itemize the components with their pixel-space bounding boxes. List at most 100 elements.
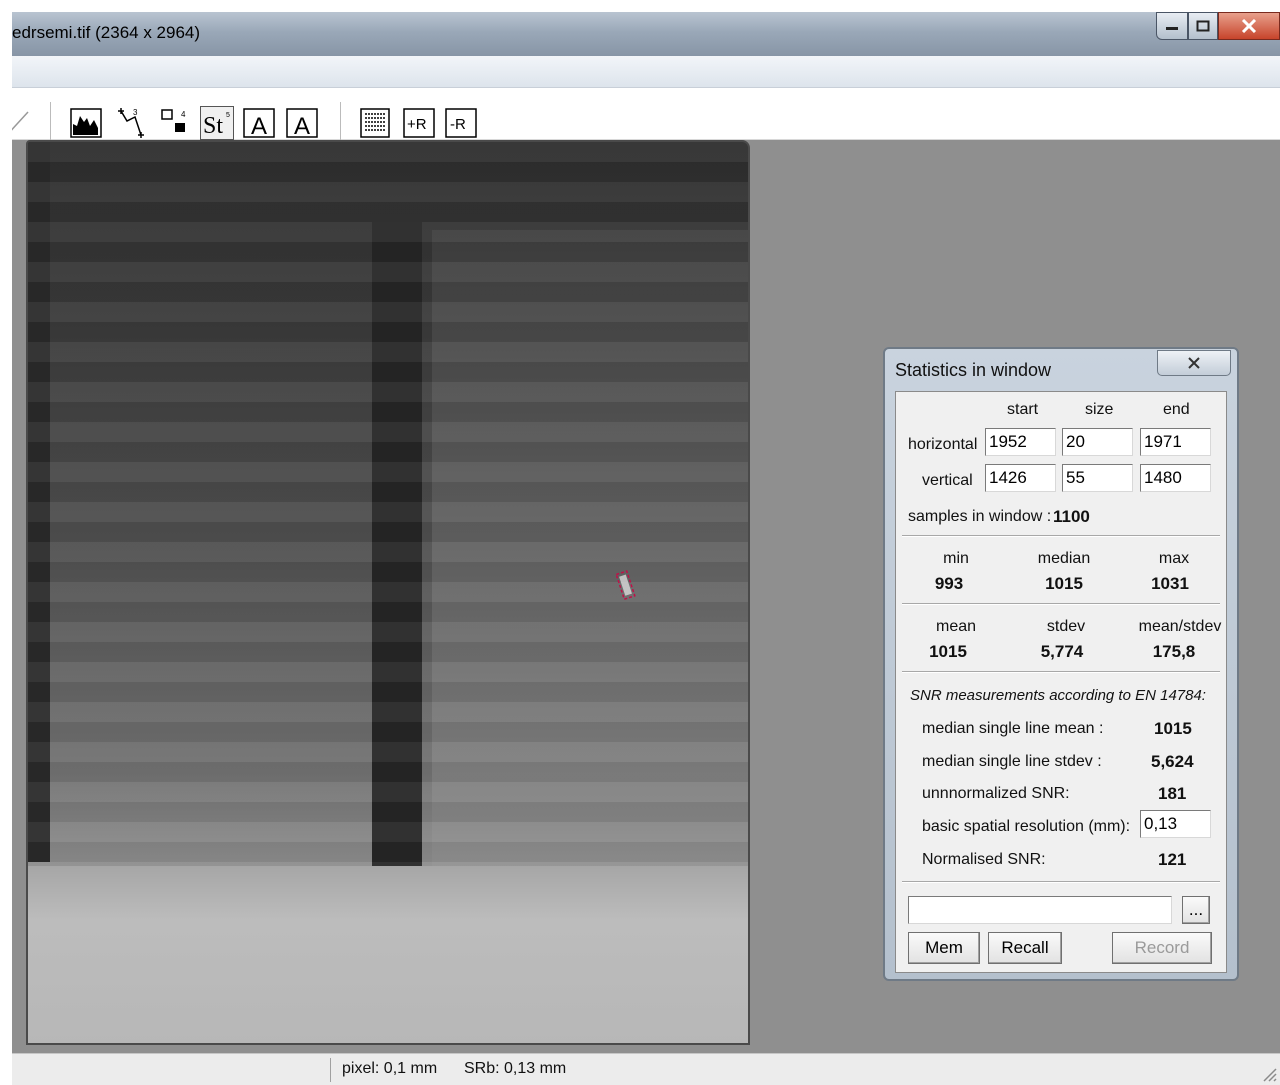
remove-roi-icon: -R [445, 108, 477, 138]
annotation-a2-button[interactable]: A [285, 106, 319, 140]
col-end-label: end [1163, 401, 1190, 418]
samples-label: samples in window : [908, 508, 1052, 525]
status-pane-divider [330, 1058, 331, 1082]
add-roi-icon: +R [403, 108, 435, 138]
window-title: edrsemi.tif (2364 x 2964) [12, 23, 201, 42]
remove-roi-label: -R [450, 116, 466, 133]
point-tool-icon: 3 [118, 108, 144, 138]
basic-resolution-label: basic spatial resolution (mm): [922, 818, 1131, 835]
roi-tool-icon: 4 [161, 109, 186, 132]
annotation-a-icon: A [243, 108, 275, 139]
horizontal-label: horizontal [908, 436, 978, 453]
browse-button[interactable]: ... [1182, 896, 1210, 924]
dialog-body: start size end horizontal vertical sampl… [895, 391, 1227, 973]
toolbar: 3 4 St 5 A A +R -R [12, 88, 1280, 142]
status-pixel-size: pixel: 0,1 mm [342, 1060, 438, 1077]
annotation-a-button[interactable]: A [242, 106, 276, 140]
dialog-title: Statistics in window [895, 360, 1052, 380]
add-roi-button[interactable]: +R [402, 106, 436, 140]
roi-marker[interactable] [616, 570, 636, 600]
vertical-end-input[interactable] [1140, 464, 1211, 492]
median-value: 1015 [1045, 574, 1083, 593]
close-button[interactable] [1218, 12, 1280, 40]
status-bar: pixel: 0,1 mm SRb: 0,13 mm [12, 1053, 1280, 1085]
maximize-button[interactable] [1188, 12, 1218, 40]
horizontal-end-input[interactable] [1140, 428, 1211, 456]
min-label: min [943, 550, 969, 567]
svg-text:3: 3 [133, 108, 138, 117]
maximize-icon [1196, 20, 1210, 32]
section-divider [902, 881, 1220, 883]
xray-image-canvas[interactable] [26, 140, 750, 1045]
toolbar-separator [50, 102, 51, 142]
histogram-button[interactable] [69, 106, 103, 140]
col-size-label: size [1085, 401, 1114, 418]
median-line-mean-value: 1015 [1154, 719, 1192, 738]
median-line-stdev-label: median single line stdev : [922, 753, 1102, 770]
line-tool-button[interactable] [12, 106, 34, 140]
resize-grip-icon[interactable] [1260, 1065, 1278, 1083]
window-controls [1156, 12, 1280, 42]
stdev-value: 5,774 [1040, 642, 1084, 661]
svg-text:4: 4 [181, 110, 186, 119]
annotation-a2-icon: A [286, 108, 318, 139]
median-line-mean-label: median single line mean : [922, 720, 1104, 737]
vertical-size-input[interactable] [1062, 464, 1133, 492]
section-divider [902, 603, 1220, 605]
minimize-button[interactable] [1156, 12, 1188, 40]
normalised-snr-value: 121 [1158, 850, 1187, 869]
image-banding [28, 142, 748, 867]
col-start-label: start [1007, 401, 1039, 418]
mem-button[interactable]: Mem [908, 932, 980, 964]
annotation-a2-label: A [294, 113, 310, 139]
vertical-start-input[interactable] [985, 464, 1056, 492]
snr-heading: SNR measurements according to EN 14784: [910, 687, 1206, 704]
median-line-stdev-value: 5,624 [1151, 752, 1194, 771]
close-icon [1241, 19, 1257, 33]
statistics-dialog: Statistics in window start size end hori… [883, 347, 1239, 981]
record-button[interactable]: Record [1112, 932, 1212, 964]
status-srb: SRb: 0,13 mm [464, 1060, 567, 1077]
mean-stdev-value: 175,8 [1152, 642, 1196, 661]
statistics-icon-label: St [203, 113, 223, 138]
mean-label: mean [935, 618, 977, 635]
section-divider [902, 671, 1220, 673]
horizontal-start-input[interactable] [985, 428, 1056, 456]
max-label: max [1158, 550, 1190, 567]
image-bottom-area [28, 866, 748, 1043]
minimize-icon [1166, 27, 1178, 30]
horizontal-size-input[interactable] [1062, 428, 1133, 456]
line-tool-icon [12, 111, 29, 131]
unnormalized-snr-value: 181 [1158, 784, 1187, 803]
min-value: 993 [934, 574, 964, 593]
basic-resolution-input[interactable] [1140, 810, 1211, 838]
normalised-snr-label: Normalised SNR: [922, 851, 1046, 868]
report-button[interactable] [358, 106, 392, 140]
add-roi-label: +R [407, 116, 427, 133]
mean-stdev-label: mean/stdev [1138, 618, 1222, 635]
menu-bar [12, 56, 1280, 88]
toolbar-separator [340, 102, 341, 142]
vertical-label: vertical [922, 472, 973, 489]
max-value: 1031 [1151, 574, 1189, 593]
svg-text:5: 5 [226, 112, 230, 119]
recall-button[interactable]: Recall [988, 932, 1062, 964]
record-path-input[interactable] [908, 896, 1172, 924]
median-label: median [1037, 550, 1091, 567]
statistics-button[interactable]: St 5 [200, 106, 234, 140]
roi-tool-button[interactable]: 4 [158, 106, 192, 140]
section-divider [902, 535, 1220, 537]
report-icon [360, 108, 390, 138]
remove-roi-button[interactable]: -R [444, 106, 478, 140]
histogram-icon [70, 108, 102, 138]
point-tool-button[interactable]: 3 [114, 106, 148, 140]
annotation-a-label: A [251, 113, 267, 139]
dialog-close-button[interactable] [1157, 350, 1231, 376]
samples-value: 1100 [1053, 507, 1090, 526]
statistics-icon: St 5 [203, 112, 230, 138]
unnormalized-snr-label: unnnormalized SNR: [922, 785, 1070, 802]
close-icon [1188, 357, 1200, 369]
stdev-label: stdev [1046, 618, 1086, 635]
title-bar[interactable]: edrsemi.tif (2364 x 2964) [12, 12, 1280, 56]
mean-value: 1015 [929, 642, 967, 661]
